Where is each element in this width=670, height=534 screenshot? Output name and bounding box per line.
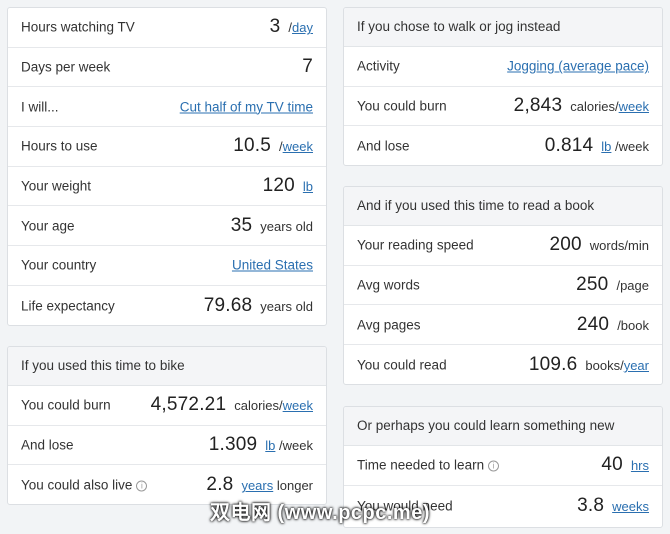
could-read-unit-prefix: books/	[585, 357, 624, 373]
could-read-value: 109.6	[528, 353, 578, 375]
bike-burn-value: 4,572.21	[150, 394, 227, 416]
info-icon[interactable]: i	[488, 460, 500, 472]
avg-pages-input[interactable]: 240	[577, 314, 609, 336]
walk-lose-label: And lose	[357, 138, 410, 154]
bike-lose-value: 1.309	[208, 434, 258, 456]
bike-title: If you used this time to bike	[8, 347, 326, 386]
avg-words-row: Avg words 250 /page	[344, 266, 662, 306]
book-title: And if you used this time to read a book	[344, 187, 662, 226]
time-needed-label: Time needed to learn	[357, 457, 485, 473]
would-need-unit-link[interactable]: weeks	[612, 499, 649, 514]
country-row: Your country United States	[8, 246, 326, 286]
i-will-label: I will...	[21, 99, 59, 115]
time-needed-row: Time needed to learn i 40 hrs	[344, 446, 662, 486]
bike-burn-row: You could burn 4,572.21 calories/week	[8, 386, 326, 426]
bike-burn-unit-prefix: calories/	[234, 398, 283, 414]
could-read-unit-link[interactable]: year	[624, 358, 649, 373]
time-needed-unit-link[interactable]: hrs	[631, 458, 649, 473]
age-label: Your age	[21, 218, 75, 234]
walk-burn-unit-prefix: calories/	[570, 99, 619, 115]
reading-speed-input[interactable]: 200	[549, 234, 581, 256]
weight-input[interactable]: 120	[263, 175, 295, 197]
could-read-row: You could read 109.6 books/year	[344, 345, 662, 384]
bike-card: If you used this time to bike You could …	[7, 346, 327, 505]
bike-live-unit-link[interactable]: years	[241, 478, 273, 493]
avg-pages-unit: /book	[617, 317, 649, 333]
watermark: 双电网 (www.pcpc.me)	[210, 502, 431, 524]
bike-lose-label: And lose	[21, 437, 74, 453]
avg-pages-row: Avg pages 240 /book	[344, 305, 662, 346]
age-input[interactable]: 35	[231, 215, 253, 237]
would-need-value: 3.8	[577, 494, 605, 516]
walk-lose-unit-link[interactable]: lb	[601, 139, 611, 154]
reading-speed-unit: words/min	[589, 238, 649, 254]
bike-lose-unit-link[interactable]: lb	[265, 438, 275, 453]
i-will-select[interactable]: Cut half of my TV time	[180, 99, 313, 114]
hours-to-use-value: 10.5	[233, 135, 272, 157]
avg-words-input[interactable]: 250	[576, 274, 608, 296]
walk-burn-label: You could burn	[357, 98, 447, 114]
weight-row: Your weight 120 lb	[8, 167, 326, 207]
weight-unit-link[interactable]: lb	[303, 179, 313, 194]
hours-to-use-label: Hours to use	[21, 138, 98, 154]
walk-lose-row: And lose 0.814 lb /week	[344, 126, 662, 165]
walk-burn-value: 2,843	[513, 95, 563, 117]
bike-burn-label: You could burn	[21, 397, 111, 413]
age-unit: years old	[260, 218, 313, 234]
country-select[interactable]: United States	[232, 258, 313, 273]
walk-title: If you chose to walk or jog instead	[344, 8, 662, 47]
avg-words-label: Avg words	[357, 277, 420, 293]
reading-speed-label: Your reading speed	[357, 237, 474, 253]
avg-pages-label: Avg pages	[357, 317, 421, 333]
activity-row: Activity Jogging (average pace)	[344, 47, 662, 87]
hours-watching-row: Hours watching TV 3 /day	[8, 8, 326, 48]
activity-label: Activity	[357, 58, 400, 74]
bike-live-value: 2.8	[206, 474, 234, 496]
bike-live-label: You could also live	[21, 477, 133, 493]
bike-burn-unit-link[interactable]: week	[283, 398, 313, 413]
life-expectancy-row: Life expectancy 79.68 years old	[8, 286, 326, 325]
could-read-label: You could read	[357, 357, 447, 373]
life-expectancy-unit: years old	[260, 298, 313, 314]
days-per-week-label: Days per week	[21, 59, 111, 75]
age-row: Your age 35 years old	[8, 206, 326, 247]
days-per-week-row: Days per week 7	[8, 48, 326, 88]
i-will-row: I will... Cut half of my TV time	[8, 87, 326, 128]
walk-lose-value: 0.814	[544, 135, 594, 157]
bike-live-unit-suffix: longer	[276, 478, 313, 494]
life-expectancy-label: Life expectancy	[21, 298, 115, 314]
time-needed-input[interactable]: 40	[601, 454, 623, 476]
info-icon[interactable]: i	[136, 480, 148, 492]
walk-card: If you chose to walk or jog instead Acti…	[343, 7, 663, 166]
book-card: And if you used this time to read a book…	[343, 186, 663, 385]
hours-unit-link[interactable]: day	[292, 20, 313, 35]
walk-burn-unit-link[interactable]: week	[619, 99, 649, 114]
weight-label: Your weight	[21, 178, 92, 194]
days-per-week-input[interactable]: 7	[302, 56, 313, 78]
hours-to-use-row: Hours to use 10.5 /week	[8, 127, 326, 167]
reading-speed-row: Your reading speed 200 words/min	[344, 226, 662, 266]
hours-watching-input[interactable]: 3	[270, 16, 281, 38]
avg-words-unit: /page	[616, 278, 649, 294]
life-expectancy-value: 79.68	[203, 294, 253, 316]
walk-burn-row: You could burn 2,843 calories/week	[344, 87, 662, 127]
bike-lose-unit-suffix: /week	[279, 438, 313, 454]
activity-select[interactable]: Jogging (average pace)	[507, 59, 649, 74]
walk-lose-unit-suffix: /week	[615, 139, 649, 155]
hours-watching-label: Hours watching TV	[21, 19, 135, 35]
bike-lose-row: And lose 1.309 lb /week	[8, 426, 326, 466]
country-label: Your country	[21, 257, 97, 273]
learn-title: Or perhaps you could learn something new	[344, 407, 662, 446]
use-unit-link[interactable]: week	[283, 139, 313, 154]
tv-inputs-card: Hours watching TV 3 /day Days per week 7…	[7, 7, 327, 326]
